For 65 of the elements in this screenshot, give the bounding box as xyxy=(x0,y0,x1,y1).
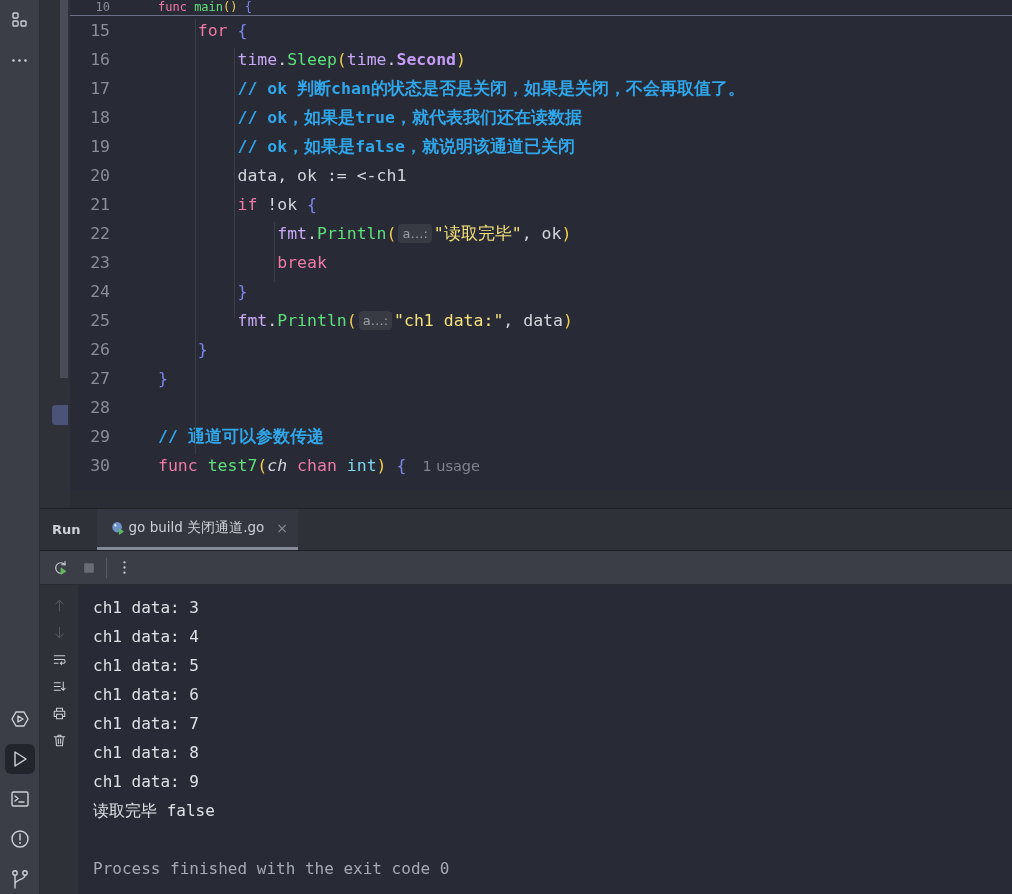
line-number: 27 xyxy=(89,369,110,388)
line-number: 19 xyxy=(89,137,110,156)
run-config-tab[interactable]: go build 关闭通道.go × xyxy=(96,509,298,550)
line-number: 10 xyxy=(94,0,110,15)
line-number: 25 xyxy=(89,311,110,330)
go-run-icon xyxy=(110,521,125,535)
exit-message: Process finished with the exit code 0 xyxy=(93,858,450,880)
output-line: ch1 data: 9 xyxy=(93,771,199,793)
close-tab-button[interactable]: × xyxy=(276,520,288,536)
line-number: 24 xyxy=(89,282,110,301)
branch-icon xyxy=(9,869,30,889)
run-tool-button[interactable] xyxy=(4,744,35,774)
code-line: // ok，如果是true，就代表我们还在读数据 xyxy=(236,106,582,129)
more-icon xyxy=(12,58,27,62)
line-number: 15 xyxy=(89,21,110,40)
code-line: for { xyxy=(196,21,248,40)
line-number: 18 xyxy=(89,108,110,127)
code-line: break xyxy=(276,253,327,272)
code-line: if !ok { xyxy=(236,195,317,214)
line-number: 26 xyxy=(89,340,110,359)
code-line: // ok，如果是false，就说明该通道已关闭 xyxy=(236,135,575,158)
line-number: 16 xyxy=(89,50,110,69)
code-line: time.Sleep(time.Second) xyxy=(236,50,466,69)
output-line: ch1 data: 7 xyxy=(93,713,199,735)
code-line: } xyxy=(158,369,168,388)
output-line: ch1 data: 4 xyxy=(93,626,199,648)
code-line: data, ok := <-ch1 xyxy=(236,166,407,185)
code-line: } xyxy=(196,340,208,359)
code-text: "读取完毕", ok) xyxy=(433,222,572,245)
rerun-icon xyxy=(53,559,69,576)
scroll-thumb[interactable] xyxy=(60,0,68,378)
line-number: 17 xyxy=(89,79,110,98)
panel-title: Run xyxy=(51,522,82,537)
code-text: fmt.Println( xyxy=(276,224,397,243)
usage-hint[interactable]: 1 usage xyxy=(422,457,480,474)
code-line: // ok 判断chan的状态是否是关闭，如果是关闭，不会再取值了。 xyxy=(236,77,745,100)
line-number: 21 xyxy=(89,195,110,214)
code-line: func main() { xyxy=(158,0,252,15)
code-line: } xyxy=(236,282,248,301)
code-text: fmt.Println( xyxy=(236,311,357,330)
line-number: 30 xyxy=(89,456,110,475)
line-number: 28 xyxy=(89,398,110,417)
line-number: 29 xyxy=(89,427,110,446)
tab-label: go build 关闭通道.go xyxy=(128,519,265,537)
output-line: ch1 data: 3 xyxy=(93,597,199,619)
line-number: 22 xyxy=(89,224,110,243)
line-number: 20 xyxy=(89,166,110,185)
hexagon-play-icon xyxy=(9,709,30,729)
output-line: ch1 data: 8 xyxy=(93,742,199,764)
scroll-to-end-icon xyxy=(51,678,67,694)
parameter-hint: a…: xyxy=(358,311,393,330)
trash-icon xyxy=(51,732,67,748)
output-line: 读取完毕 false xyxy=(93,800,215,822)
more-icon xyxy=(122,561,126,574)
line-number: 23 xyxy=(89,253,110,272)
terminal-icon xyxy=(9,789,30,809)
structure-icon xyxy=(9,10,30,30)
warning-circle-icon xyxy=(9,829,30,849)
output-line: ch1 data: 5 xyxy=(93,655,199,677)
output-line: ch1 data: 6 xyxy=(93,684,199,706)
parameter-hint: a…: xyxy=(398,224,432,243)
selection-marker xyxy=(52,405,68,425)
printer-icon xyxy=(51,705,67,721)
code-text: func test7(ch chan int) { xyxy=(158,456,407,475)
code-text: "ch1 data:", data) xyxy=(394,311,573,330)
